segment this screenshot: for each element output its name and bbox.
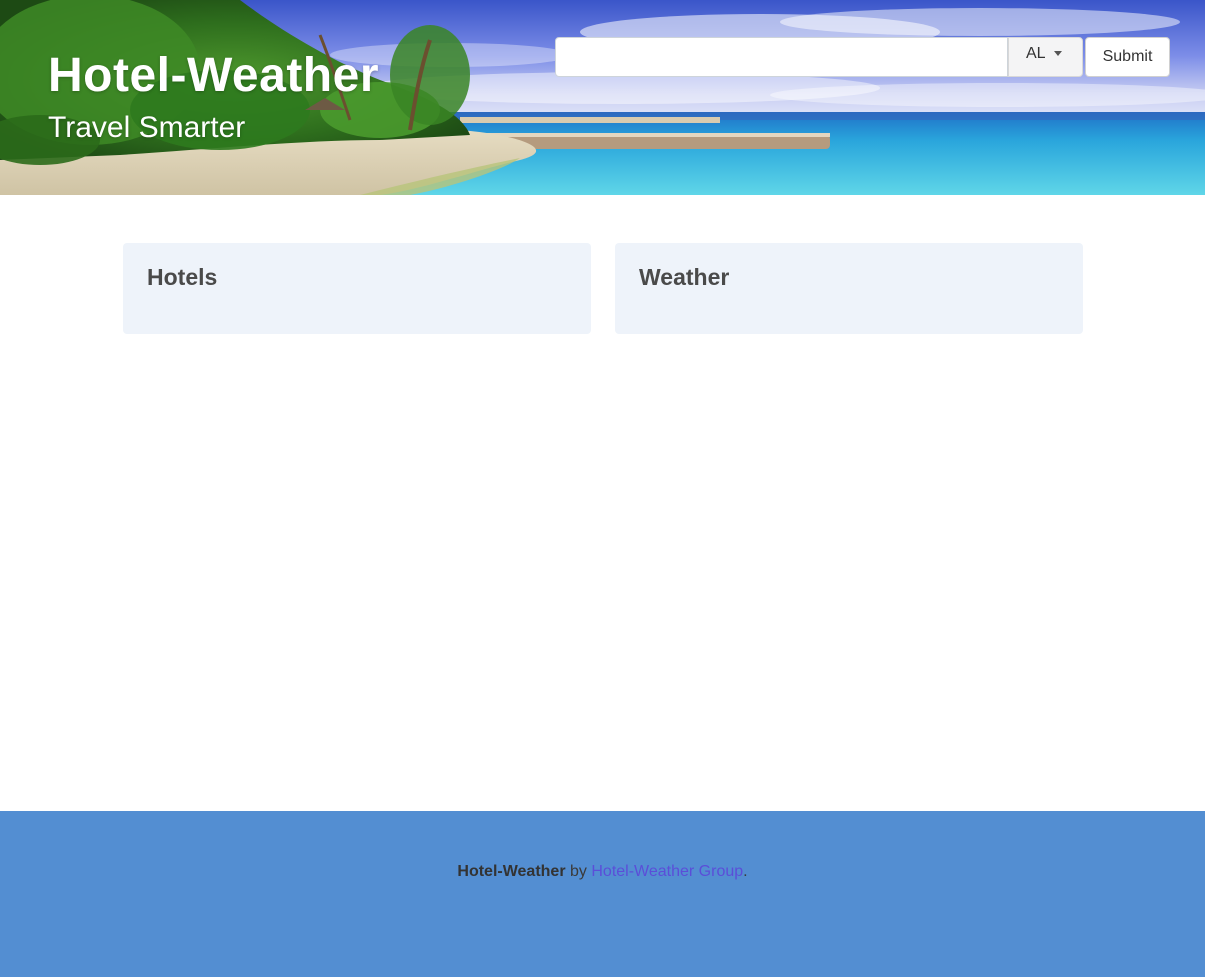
site-tagline: Travel Smarter	[48, 111, 246, 144]
site-title: Hotel-Weather	[48, 49, 379, 102]
submit-button[interactable]: Submit	[1085, 37, 1170, 77]
chevron-down-icon	[1054, 51, 1062, 56]
hotels-card-title: Hotels	[147, 264, 218, 290]
footer-credit: Hotel-Weather by Hotel-Weather Group.	[0, 863, 1205, 881]
hotels-card: Hotels	[123, 243, 591, 334]
weather-card-title: Weather	[639, 264, 730, 290]
footer-group-link[interactable]: Hotel-Weather Group	[591, 863, 743, 880]
city-search-input[interactable]	[555, 37, 1008, 77]
footer-period: .	[743, 863, 748, 880]
footer-by-text: by	[565, 863, 592, 880]
state-dropdown-label: AL	[1026, 45, 1046, 62]
state-dropdown-button[interactable]: AL	[1008, 37, 1083, 77]
footer-brand: Hotel-Weather	[457, 863, 566, 880]
hero-banner: Hotel-Weather Travel Smarter AL Submit	[0, 0, 1205, 195]
site-footer: Hotel-Weather by Hotel-Weather Group.	[0, 811, 1205, 977]
weather-card: Weather	[615, 243, 1083, 334]
